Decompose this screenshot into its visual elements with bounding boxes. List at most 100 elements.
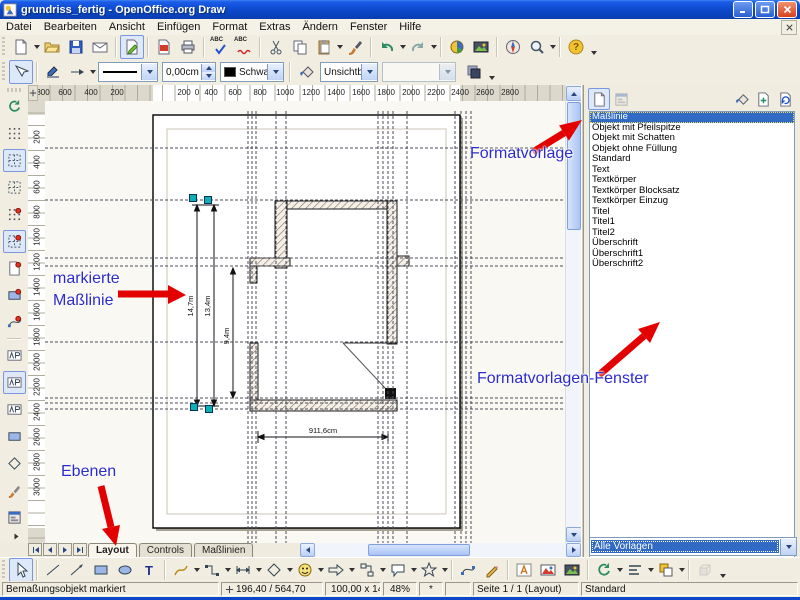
new-document-icon[interactable] (9, 35, 33, 59)
copy-icon[interactable] (288, 35, 312, 59)
line-tool-icon[interactable] (41, 558, 65, 582)
scroll-right-icon[interactable] (566, 543, 581, 557)
modify-with-attributes-icon[interactable] (3, 479, 26, 502)
shadow-icon[interactable] (462, 60, 486, 84)
flowchart-icon[interactable] (355, 558, 379, 582)
fill-dialog-icon[interactable] (294, 60, 318, 84)
show-dialogs-icon[interactable] (3, 506, 26, 529)
toolbar-grip[interactable] (2, 37, 5, 57)
snap-to-margins-icon[interactable] (3, 257, 26, 280)
wall-top[interactable] (274, 200, 398, 210)
line-style-dropdown-icon[interactable] (141, 64, 157, 80)
last-layer-icon[interactable] (73, 543, 87, 556)
tab-masslinien[interactable]: Maßlinien (194, 543, 254, 557)
autospellcheck-icon[interactable]: ABC (232, 35, 256, 59)
ellipse-tool-icon[interactable] (113, 558, 137, 582)
show-grid-icon[interactable] (3, 122, 26, 145)
status-zoom[interactable]: 48% (383, 582, 417, 596)
toolbar-grip[interactable] (2, 62, 5, 82)
toolbar-overflow-icon[interactable] (8, 532, 20, 543)
snap-to-snaplines-icon[interactable] (2, 230, 26, 253)
menu-datei[interactable]: Datei (0, 20, 38, 34)
simple-handles-icon[interactable] (3, 425, 26, 448)
dimension-label-v3[interactable]: 9,4m (222, 328, 231, 345)
menu-format[interactable]: Format (206, 20, 253, 34)
redo-icon[interactable] (406, 35, 430, 59)
previous-layer-icon[interactable] (43, 543, 57, 556)
menu-aendern[interactable]: Ändern (296, 20, 343, 34)
arrow-style-icon[interactable] (65, 60, 89, 84)
style-filter-dropdown-icon[interactable] (780, 538, 796, 555)
style-item-masslinie[interactable]: Maßlinie (590, 112, 794, 123)
basic-shapes-icon[interactable] (262, 558, 286, 582)
gallery-icon[interactable] (560, 558, 584, 582)
text-tool-icon[interactable]: T (137, 558, 161, 582)
hscroll-thumb[interactable] (368, 544, 470, 556)
vertical-scrollbar[interactable] (565, 85, 582, 543)
page[interactable] (152, 114, 461, 529)
new-style-from-selection-icon[interactable] (752, 88, 774, 110)
symbol-shapes-icon[interactable] (293, 558, 317, 582)
double-click-edit-text-icon[interactable] (3, 398, 26, 421)
arrow-tool-icon[interactable] (65, 558, 89, 582)
door-jamb[interactable] (385, 388, 396, 399)
edit-file-icon[interactable] (120, 35, 144, 59)
next-layer-icon[interactable] (58, 543, 72, 556)
line-width-field[interactable]: 0,00cm (162, 62, 216, 82)
edit-points-icon[interactable] (9, 60, 33, 84)
export-pdf-icon[interactable] (152, 35, 176, 59)
toolbar-overflow-icon[interactable] (486, 62, 497, 82)
style-item[interactable]: Objekt mit Schatten (590, 132, 794, 144)
zoom-icon[interactable] (525, 35, 549, 59)
callouts-icon[interactable] (386, 558, 410, 582)
select-text-area-icon[interactable] (2, 371, 26, 394)
minimize-button[interactable] (733, 1, 753, 18)
line-style-combo[interactable] (98, 62, 158, 82)
toolbar-overflow-icon[interactable] (717, 560, 728, 580)
stars-dropdown-icon[interactable] (442, 568, 448, 572)
vertical-ruler[interactable]: 200 400 600 800 1000 1200 1400 1600 1800… (28, 101, 46, 543)
scroll-up-icon[interactable] (566, 86, 582, 101)
maximize-button[interactable] (755, 1, 775, 18)
alignment-icon[interactable] (623, 558, 647, 582)
dimension-label-v1[interactable]: 14,7m (186, 296, 195, 317)
connector-tool-icon[interactable] (200, 558, 224, 582)
line-width-stepper[interactable] (201, 64, 215, 80)
glue-points-icon[interactable] (480, 558, 504, 582)
style-item[interactable]: Titel (590, 206, 794, 218)
snap-to-points-icon[interactable] (3, 311, 26, 334)
tab-layout[interactable]: Layout (88, 543, 137, 557)
insert-picture-icon[interactable] (536, 558, 560, 582)
menu-extras[interactable]: Extras (253, 20, 296, 34)
cut-icon[interactable] (264, 35, 288, 59)
drawing-canvas[interactable]: 14,7m 13,4m 9,4m 911,6cm (45, 101, 565, 543)
large-handles-icon[interactable] (3, 452, 26, 475)
select-tool-icon[interactable] (9, 558, 33, 582)
scroll-left-icon[interactable] (300, 543, 315, 557)
line-color-combo[interactable]: Schwarz (220, 62, 284, 82)
line-color-dropdown-icon[interactable] (267, 64, 283, 80)
stars-icon[interactable] (417, 558, 441, 582)
close-button[interactable] (777, 1, 797, 18)
block-arrows-icon[interactable] (324, 558, 348, 582)
chart-icon[interactable] (445, 35, 469, 59)
toolbar-overflow-icon[interactable] (588, 37, 599, 57)
format-paintbrush-icon[interactable] (343, 35, 367, 59)
snap-to-grid-icon[interactable] (3, 203, 26, 226)
lines-arrows-icon[interactable] (231, 558, 255, 582)
rotate-tool-icon[interactable] (592, 558, 616, 582)
ruler-origin-box[interactable] (28, 85, 38, 101)
fill-format-mode-icon[interactable] (730, 88, 752, 110)
open-icon[interactable] (40, 35, 64, 59)
undo-icon[interactable] (375, 35, 399, 59)
style-item[interactable]: Textkörper (590, 174, 794, 186)
gallery-icon[interactable] (469, 35, 493, 59)
style-filter-combo[interactable]: Alle Vorlagen (589, 537, 797, 556)
style-item[interactable]: Standard (590, 153, 794, 165)
spellcheck-icon[interactable]: ABC (208, 35, 232, 59)
style-item[interactable]: Textkörper Einzug (590, 195, 794, 207)
rotation-mode-icon[interactable] (3, 95, 26, 118)
rectangle-tool-icon[interactable] (89, 558, 113, 582)
menu-bearbeiten[interactable]: Bearbeiten (38, 20, 103, 34)
style-item[interactable]: Titel1 (590, 216, 794, 228)
